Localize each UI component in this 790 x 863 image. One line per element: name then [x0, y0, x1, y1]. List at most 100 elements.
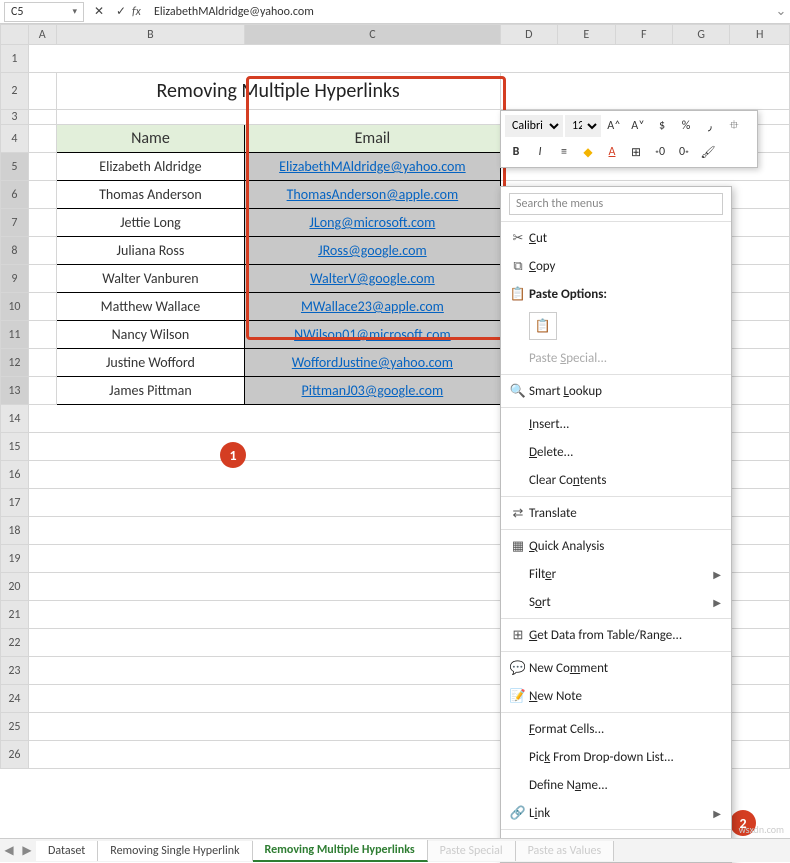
row-23[interactable]: 23 — [1, 657, 29, 685]
menu-get-data[interactable]: ⊞Get Data from Table/Range... — [501, 621, 731, 649]
row-22[interactable]: 22 — [1, 629, 29, 657]
email-cell[interactable]: WalterV@google.com — [245, 265, 500, 293]
row-11[interactable]: 11 — [1, 321, 29, 349]
fontsize-select[interactable]: 12 — [565, 115, 601, 137]
name-cell[interactable]: Elizabeth Aldridge — [56, 153, 245, 181]
increase-font-icon[interactable]: A˄ — [603, 115, 625, 137]
menu-delete[interactable]: Delete... — [501, 438, 731, 466]
row-1[interactable]: 1 — [1, 45, 29, 73]
format-painter-icon[interactable]: 🖌 — [697, 141, 719, 163]
email-link[interactable]: ElizabethMAldridge@yahoo.com — [279, 158, 465, 175]
row-14[interactable]: 14 — [1, 405, 29, 433]
font-color-icon[interactable]: A — [601, 141, 623, 163]
row-13[interactable]: 13 — [1, 377, 29, 405]
menu-insert[interactable]: Insert... — [501, 410, 731, 438]
row-21[interactable]: 21 — [1, 601, 29, 629]
name-cell[interactable]: Juliana Ross — [56, 237, 245, 265]
email-link[interactable]: PittmanJ03@google.com — [302, 382, 444, 399]
format-cells-icon[interactable]: ⯐ — [723, 115, 745, 137]
email-cell[interactable]: ElizabethMAldridge@yahoo.com — [245, 153, 500, 181]
name-box[interactable]: C5 ▾ — [4, 2, 84, 22]
col-A[interactable]: A — [28, 25, 56, 45]
row-16[interactable]: 16 — [1, 461, 29, 489]
tab-nav-next-icon[interactable]: ▶ — [18, 843, 36, 858]
email-link[interactable]: WoffordJustine@yahoo.com — [292, 354, 453, 371]
row-12[interactable]: 12 — [1, 349, 29, 377]
sheet-tab-paste-special[interactable]: Paste Special — [428, 841, 516, 861]
name-cell[interactable]: James Pittman — [56, 377, 245, 405]
cancel-icon[interactable]: ✕ — [88, 4, 110, 19]
name-box-dropdown-icon[interactable]: ▾ — [72, 6, 77, 17]
percent-icon[interactable]: % — [675, 115, 697, 137]
sheet-tab-dataset[interactable]: Dataset — [36, 841, 98, 861]
row-25[interactable]: 25 — [1, 713, 29, 741]
name-cell[interactable]: Thomas Anderson — [56, 181, 245, 209]
formula-input[interactable]: ElizabethMAldridge@yahoo.com — [148, 5, 772, 19]
increase-decimal-icon[interactable]: ˖0 — [649, 141, 671, 163]
formula-expand-icon[interactable]: ⌄ — [772, 4, 790, 19]
col-G[interactable]: G — [672, 25, 729, 45]
email-cell[interactable]: NWilson01@microsoft.com — [245, 321, 500, 349]
menu-new-note[interactable]: 📝New Note — [501, 682, 731, 710]
name-cell[interactable]: Justine Wofford — [56, 349, 245, 377]
menu-define-name[interactable]: Define Name... — [501, 771, 731, 799]
currency-icon[interactable]: $ — [651, 115, 673, 137]
menu-format-cells[interactable]: Format Cells... — [501, 715, 731, 743]
row-26[interactable]: 26 — [1, 741, 29, 769]
email-cell[interactable]: JRoss@google.com — [245, 237, 500, 265]
row-18[interactable]: 18 — [1, 517, 29, 545]
menu-quick-analysis[interactable]: ▦Quick Analysis — [501, 532, 731, 560]
row-3[interactable]: 3 — [1, 110, 29, 125]
row-19[interactable]: 19 — [1, 545, 29, 573]
name-cell[interactable]: Matthew Wallace — [56, 293, 245, 321]
row-17[interactable]: 17 — [1, 489, 29, 517]
row-6[interactable]: 6 — [1, 181, 29, 209]
row-8[interactable]: 8 — [1, 237, 29, 265]
menu-sort[interactable]: Sort▶ — [501, 588, 731, 616]
email-cell[interactable]: PittmanJ03@google.com — [245, 377, 500, 405]
italic-icon[interactable]: I — [529, 141, 551, 163]
email-link[interactable]: JRoss@google.com — [318, 242, 427, 259]
row-24[interactable]: 24 — [1, 685, 29, 713]
email-cell[interactable]: JLong@microsoft.com — [245, 209, 500, 237]
menu-link[interactable]: 🔗Link▶ — [501, 799, 731, 827]
email-link[interactable]: MWallace23@apple.com — [301, 298, 444, 315]
enter-icon[interactable]: ✓ — [110, 4, 132, 19]
menu-search-input[interactable]: Search the menus — [509, 193, 723, 215]
comma-icon[interactable]: ٫ — [699, 115, 721, 137]
email-cell[interactable]: ThomasAnderson@apple.com — [245, 181, 500, 209]
bold-icon[interactable]: B — [505, 141, 527, 163]
col-E[interactable]: E — [558, 25, 615, 45]
row-10[interactable]: 10 — [1, 293, 29, 321]
email-link[interactable]: JLong@microsoft.com — [309, 214, 435, 231]
borders-icon[interactable]: ⊞ — [625, 141, 647, 163]
fill-color-icon[interactable]: ◆ — [577, 141, 599, 163]
sheet-tab-paste-values[interactable]: Paste as Values — [516, 841, 615, 861]
fx-icon[interactable]: fx — [132, 5, 148, 19]
menu-new-comment[interactable]: 💬New Comment — [501, 654, 731, 682]
menu-cut[interactable]: ✂Cut — [501, 224, 731, 252]
menu-smart-lookup[interactable]: 🔍Smart Lookup — [501, 377, 731, 405]
col-B[interactable]: B — [56, 25, 245, 45]
align-icon[interactable]: ≡ — [553, 141, 575, 163]
sheet-tab-multiple[interactable]: Removing Multiple Hyperlinks — [253, 840, 428, 862]
email-link[interactable]: NWilson01@microsoft.com — [294, 326, 451, 343]
column-headers[interactable]: A B C D E F G H — [1, 25, 790, 45]
name-cell[interactable]: Nancy Wilson — [56, 321, 245, 349]
decrease-decimal-icon[interactable]: 0˖ — [673, 141, 695, 163]
menu-clear-contents[interactable]: Clear Contents — [501, 466, 731, 494]
col-D[interactable]: D — [500, 25, 557, 45]
menu-filter[interactable]: Filter▶ — [501, 560, 731, 588]
col-H[interactable]: H — [730, 25, 790, 45]
menu-translate[interactable]: ⇄Translate — [501, 499, 731, 527]
row-15[interactable]: 15 — [1, 433, 29, 461]
name-cell[interactable]: Jettie Long — [56, 209, 245, 237]
row-7[interactable]: 7 — [1, 209, 29, 237]
menu-pick-list[interactable]: Pick From Drop-down List... — [501, 743, 731, 771]
select-all-cell[interactable] — [1, 25, 29, 45]
row-20[interactable]: 20 — [1, 573, 29, 601]
paste-button[interactable]: 📋 — [529, 312, 557, 340]
sheet-tab-single[interactable]: Removing Single Hyperlink — [98, 841, 252, 861]
email-cell[interactable]: WoffordJustine@yahoo.com — [245, 349, 500, 377]
tab-nav-prev-icon[interactable]: ◀ — [0, 843, 18, 858]
